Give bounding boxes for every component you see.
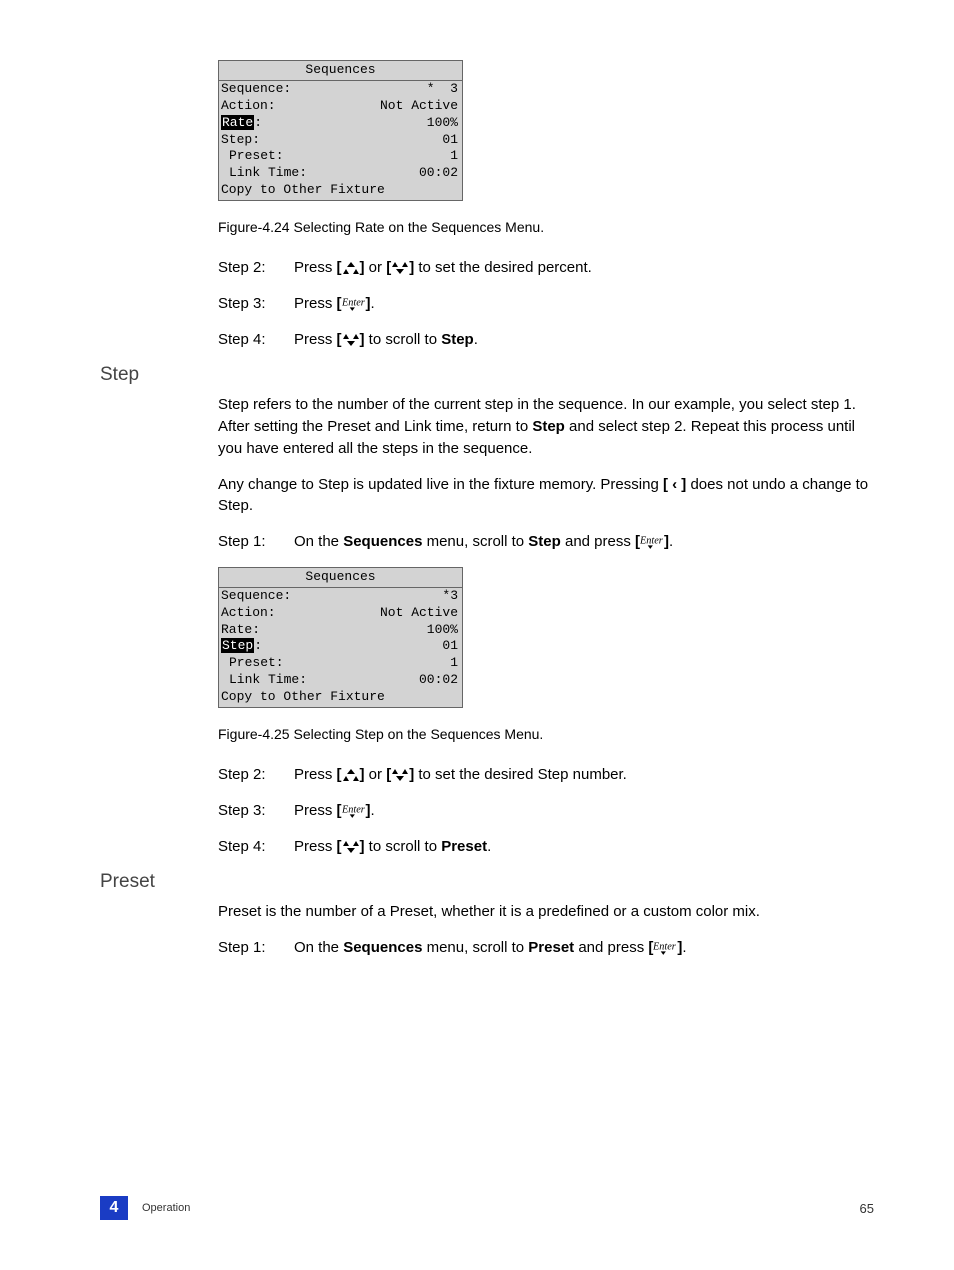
section-heading-preset: Preset <box>100 871 874 893</box>
menu-row: Copy to Other Fixture <box>221 182 458 199</box>
menu-value: 1 <box>284 655 458 672</box>
menu-row: Step:01 <box>221 132 458 149</box>
menu-value: 100% <box>260 622 458 639</box>
step-paragraph-1: Step refers to the number of the current… <box>218 394 874 459</box>
down-icon <box>391 768 409 782</box>
menu-value: *3 <box>291 588 458 605</box>
step-row: Step 1: On the Sequences menu, scroll to… <box>218 531 874 553</box>
up-icon <box>342 261 360 275</box>
menu-row: Sequence:*3 <box>221 588 458 605</box>
chapter-number: 4 <box>100 1196 128 1220</box>
down-icon <box>342 840 360 854</box>
step-row: Step 2:Press [] or [] to set the desired… <box>218 764 874 786</box>
menu-value: 00:02 <box>307 165 458 182</box>
page-footer: 4 Operation 65 <box>100 1196 874 1220</box>
menu-title: Sequences <box>219 61 462 81</box>
page-content: Sequences Sequence:* 3Action:Not ActiveR… <box>0 0 954 959</box>
up-icon <box>342 768 360 782</box>
step-row: Step 4:Press [] to scroll to Preset. <box>218 836 874 858</box>
menu-label: Preset: <box>221 148 284 165</box>
enter-icon <box>640 535 664 549</box>
menu-row: Link Time:00:02 <box>221 165 458 182</box>
menu-row: Action:Not Active <box>221 605 458 622</box>
menu-label: Rate: <box>221 622 260 639</box>
menu-label: Action: <box>221 98 276 115</box>
menu-label: Preset: <box>221 655 284 672</box>
menu-value: 1 <box>284 148 458 165</box>
menu-label: Step: <box>221 132 260 149</box>
menu-row: Sequence:* 3 <box>221 81 458 98</box>
down-icon <box>391 261 409 275</box>
menu-row: Preset:1 <box>221 655 458 672</box>
sequences-menu-a: Sequences Sequence:* 3Action:Not ActiveR… <box>218 60 463 201</box>
section-heading-step: Step <box>100 364 874 386</box>
menu-value <box>385 689 458 706</box>
menu-value: Not Active <box>276 98 458 115</box>
down-icon <box>342 333 360 347</box>
figure-caption: Figure-4.24 Selecting Rate on the Sequen… <box>218 219 874 235</box>
menu-value: 00:02 <box>307 672 458 689</box>
step-paragraph-2: Any change to Step is updated live in th… <box>218 474 874 518</box>
step-row: Step 4:Press [] to scroll to Step. <box>218 329 874 351</box>
step-row: Step 3:Press []. <box>218 293 874 315</box>
step-row: Step 1: On the Sequences menu, scroll to… <box>218 937 874 959</box>
enter-icon <box>342 297 366 311</box>
sequences-menu-b: Sequences Sequence:*3Action:Not ActiveRa… <box>218 567 463 708</box>
menu-row: Rate:100% <box>221 115 458 132</box>
menu-row: Action:Not Active <box>221 98 458 115</box>
menu-value: 01 <box>262 638 458 655</box>
page-number: 65 <box>860 1201 874 1216</box>
menu-title: Sequences <box>219 568 462 588</box>
step-row: Step 2:Press [] or [] to set the desired… <box>218 257 874 279</box>
menu-value: * 3 <box>291 81 458 98</box>
menu-row: Step:01 <box>221 638 458 655</box>
menu-label: Sequence: <box>221 588 291 605</box>
menu-row: Copy to Other Fixture <box>221 689 458 706</box>
menu-label: Rate: <box>221 115 262 132</box>
menu-row: Link Time:00:02 <box>221 672 458 689</box>
enter-icon <box>342 804 366 818</box>
menu-value: 01 <box>260 132 458 149</box>
menu-label: Link Time: <box>221 165 307 182</box>
step-row: Step 3:Press []. <box>218 800 874 822</box>
menu-value: 100% <box>262 115 458 132</box>
menu-value <box>385 182 458 199</box>
menu-label: Sequence: <box>221 81 291 98</box>
enter-icon <box>653 941 677 955</box>
menu-value: Not Active <box>276 605 458 622</box>
menu-label: Step: <box>221 638 262 655</box>
menu-label: Link Time: <box>221 672 307 689</box>
preset-paragraph: Preset is the number of a Preset, whethe… <box>218 901 874 923</box>
menu-row: Preset:1 <box>221 148 458 165</box>
menu-label: Copy to Other Fixture <box>221 689 385 706</box>
menu-row: Rate:100% <box>221 622 458 639</box>
footer-title: Operation <box>142 1202 860 1214</box>
menu-label: Copy to Other Fixture <box>221 182 385 199</box>
figure-caption: Figure-4.25 Selecting Step on the Sequen… <box>218 726 874 742</box>
menu-label: Action: <box>221 605 276 622</box>
